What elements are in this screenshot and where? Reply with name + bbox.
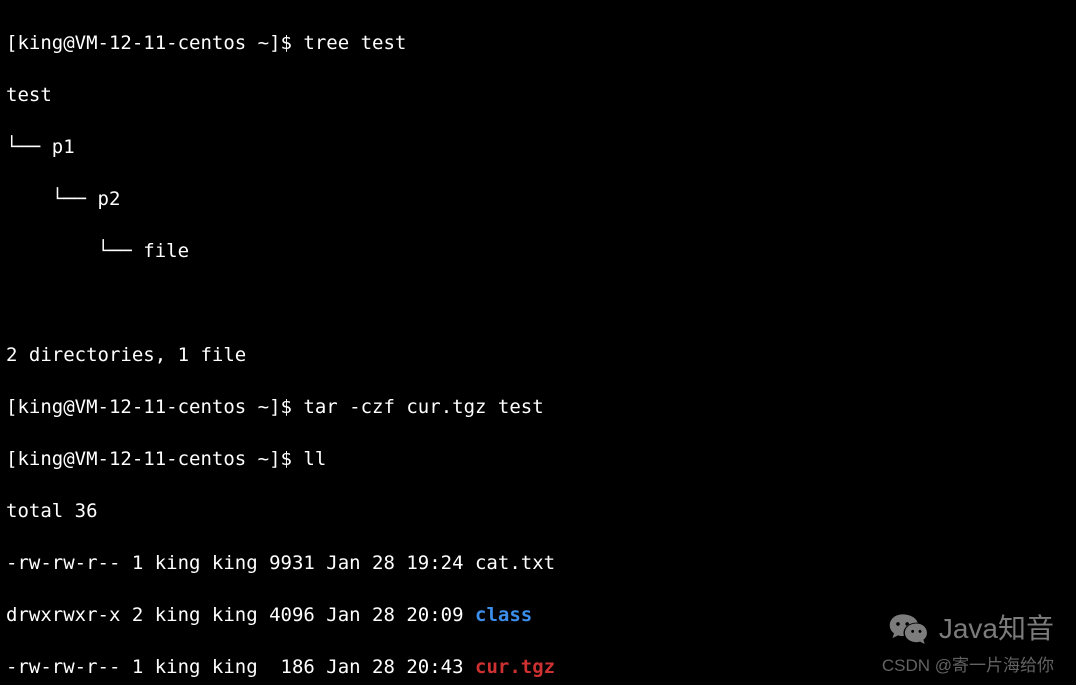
archive-name: cur.tgz (475, 656, 555, 678)
shell-prompt: [king@VM-12-11-centos ~]$ (6, 396, 303, 418)
prompt-line[interactable]: [king@VM-12-11-centos ~]$ tar -czf cur.t… (6, 394, 1070, 420)
tree1-l2: └── p2 (6, 186, 1070, 212)
tree1-l3: └── file (6, 238, 1070, 264)
tree1-summary: 2 directories, 1 file (6, 342, 1070, 368)
tree1-l1: └── p1 (6, 134, 1070, 160)
tree1-root: test (6, 82, 1070, 108)
blank (6, 290, 1070, 316)
cmd-ll: ll (303, 448, 326, 470)
ll-header: total 36 (6, 498, 1070, 524)
terminal-output: [king@VM-12-11-centos ~]$ tree test test… (0, 0, 1076, 685)
prompt-line[interactable]: [king@VM-12-11-centos ~]$ ll (6, 446, 1070, 472)
cmd-tar-create: tar -czf cur.tgz test (303, 396, 543, 418)
dir-name: class (475, 604, 532, 626)
ll-row: -rw-rw-r-- 1 king king 9931 Jan 28 19:24… (6, 550, 1070, 576)
shell-prompt: [king@VM-12-11-centos ~]$ (6, 448, 303, 470)
cmd-tree-test: tree test (303, 32, 406, 54)
ll-row: -rw-rw-r-- 1 king king 186 Jan 28 20:43 … (6, 654, 1070, 680)
shell-prompt: [king@VM-12-11-centos ~]$ (6, 32, 303, 54)
ll-row: drwxrwxr-x 2 king king 4096 Jan 28 20:09… (6, 602, 1070, 628)
prompt-line[interactable]: [king@VM-12-11-centos ~]$ tree test (6, 30, 1070, 56)
